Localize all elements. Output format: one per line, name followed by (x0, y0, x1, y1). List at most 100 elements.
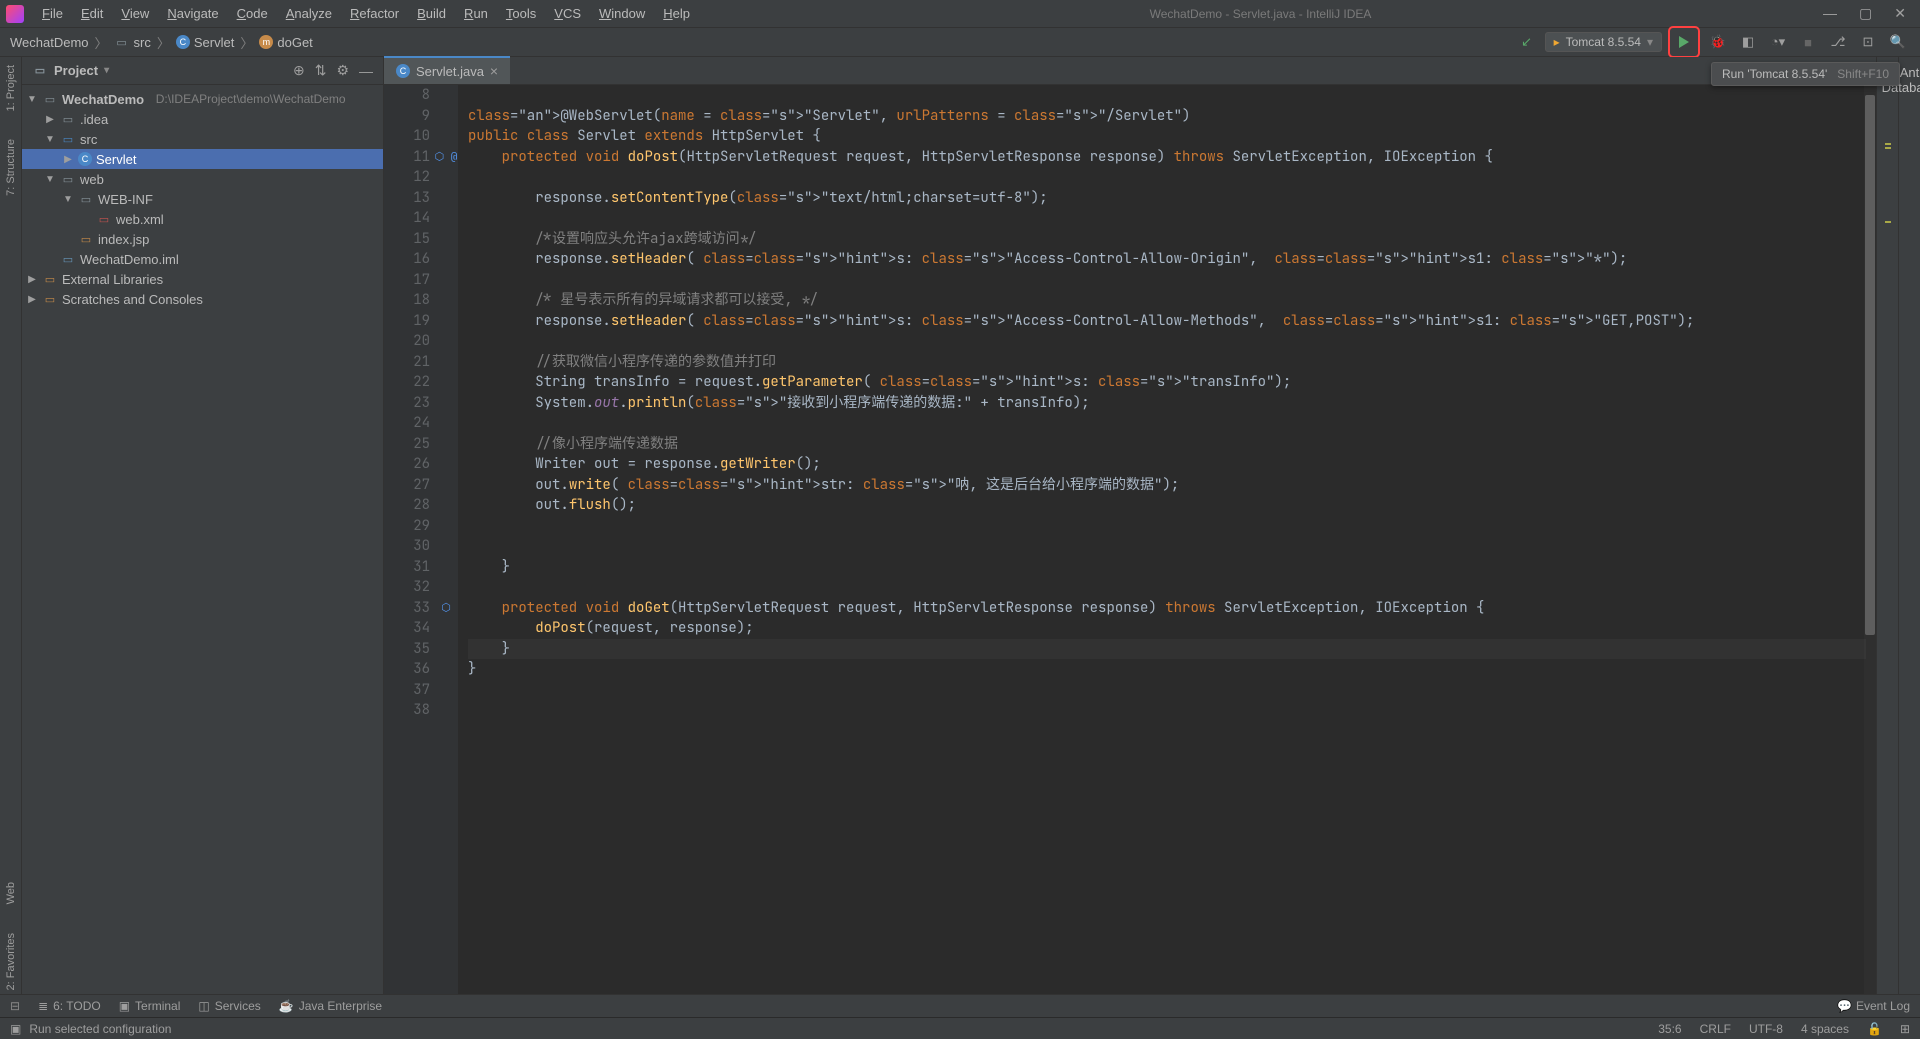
project-tree[interactable]: ▼ ▭ WechatDemo D:\IDEAProject\demo\Wecha… (22, 85, 383, 313)
breadcrumb[interactable]: WechatDemo 〉 ▭src 〉 CServlet 〉 mdoGet (10, 33, 313, 52)
tree-label: .idea (80, 112, 108, 127)
code-body[interactable]: class="an">@WebServlet(name = class="s">… (458, 85, 1876, 994)
breadcrumb-project[interactable]: WechatDemo (10, 35, 89, 50)
locate-button[interactable]: ⊕ (293, 62, 305, 79)
menu-window[interactable]: Window (591, 3, 653, 24)
menu-code[interactable]: Code (229, 3, 276, 24)
tool-window-toggle-icon[interactable]: ⊟ (10, 999, 20, 1013)
tab-close-button[interactable]: × (490, 63, 498, 79)
line-number-gutter[interactable]: 8910111213141516171819202122232425262728… (384, 85, 434, 994)
tree-row[interactable]: ▼▭src (22, 129, 383, 149)
menu-refactor[interactable]: Refactor (342, 3, 407, 24)
hide-panel-button[interactable]: — (359, 63, 373, 79)
event-log-tab[interactable]: 💬 Event Log (1837, 999, 1910, 1013)
gutter-icons[interactable]: ⬡ @⬡ (434, 85, 458, 994)
menu-tools[interactable]: Tools (498, 3, 544, 24)
breadcrumb-method[interactable]: doGet (277, 35, 312, 50)
vcs-button[interactable]: ⎇ (1826, 30, 1850, 54)
run-config-selector[interactable]: ▸ Tomcat 8.5.54 ▾ (1545, 32, 1662, 52)
services-tool-tab[interactable]: ◫ Services (198, 999, 260, 1013)
tree-row[interactable]: ▼▭web (22, 169, 383, 189)
project-panel: ▭ Project ▾ ⊕ ⇅ ⚙ — ▼ ▭ WechatDemo D:\ID… (22, 57, 384, 994)
settings-button[interactable]: ⚙ (336, 62, 349, 79)
chevron-down-icon: ▾ (104, 65, 109, 76)
project-panel-title[interactable]: ▭ Project ▾ (32, 63, 109, 78)
structure-tool-tab[interactable]: 7: Structure (5, 135, 17, 200)
iml-file-icon: ▭ (60, 252, 76, 266)
breadcrumb-src[interactable]: src (134, 35, 151, 50)
java-ee-tool-tab[interactable]: ☕ Java Enterprise (279, 999, 382, 1013)
profiler-button[interactable]: ◔▾ (1766, 30, 1790, 54)
close-button[interactable]: ✕ (1894, 5, 1906, 22)
update-button[interactable]: ⊡ (1856, 30, 1880, 54)
editor-tab-bar: C Servlet.java × (384, 57, 1876, 85)
tree-row[interactable]: ▭web.xml (22, 209, 383, 229)
folder-icon: ▭ (60, 112, 76, 126)
tree-root[interactable]: ▼ ▭ WechatDemo D:\IDEAProject\demo\Wecha… (22, 89, 383, 109)
class-icon: C (78, 152, 92, 166)
stop-button[interactable]: ■ (1796, 30, 1820, 54)
tree-row[interactable]: ▼▭WEB-INF (22, 189, 383, 209)
bottom-tool-bar: ⊟ ≣ 6: TODO ▣ Terminal ◫ Services ☕ Java… (0, 994, 1920, 1017)
search-everywhere-button[interactable]: 🔍 (1886, 30, 1910, 54)
jsp-file-icon: ▭ (78, 232, 94, 246)
menu-edit[interactable]: Edit (73, 3, 111, 24)
indent-info[interactable]: 4 spaces (1801, 1022, 1849, 1036)
tree-row[interactable]: ▶▭.idea (22, 109, 383, 129)
run-button[interactable] (1672, 30, 1696, 54)
lib-icon: ▭ (42, 292, 58, 306)
encoding[interactable]: UTF-8 (1749, 1022, 1783, 1036)
menu-bar: FileEditViewNavigateCodeAnalyzeRefactorB… (34, 3, 698, 24)
xml-file-icon: ▭ (96, 212, 112, 226)
class-icon: C (396, 64, 410, 78)
code-editor[interactable]: 8910111213141516171819202122232425262728… (384, 85, 1876, 994)
app-logo-icon (6, 5, 24, 23)
menu-view[interactable]: View (113, 3, 157, 24)
scroll-thumb[interactable] (1865, 95, 1875, 635)
menu-help[interactable]: Help (655, 3, 698, 24)
folder-icon: ▭ (114, 35, 130, 49)
left-tool-strip: 1: Project 7: Structure Web 2: Favorites (0, 57, 22, 994)
expand-button[interactable]: ⇅ (315, 62, 327, 79)
window-title: WechatDemo - Servlet.java - IntelliJ IDE… (698, 7, 1823, 21)
menu-file[interactable]: File (34, 3, 71, 24)
memory-indicator-icon[interactable]: ⊞ (1900, 1022, 1910, 1036)
line-separator[interactable]: CRLF (1700, 1022, 1731, 1036)
src-folder-icon: ▭ (60, 132, 76, 146)
run-indicator-icon: ▣ (10, 1022, 21, 1036)
menu-run[interactable]: Run (456, 3, 496, 24)
status-message: Run selected configuration (29, 1022, 171, 1036)
coverage-button[interactable]: ◧ (1736, 30, 1760, 54)
navigation-bar: WechatDemo 〉 ▭src 〉 CServlet 〉 mdoGet ↙ … (0, 28, 1920, 57)
tree-row[interactable]: ▭WechatDemo.iml (22, 249, 383, 269)
tree-row[interactable]: ▶▭Scratches and Consoles (22, 289, 383, 309)
ant-tool-tab[interactable]: Ant (1900, 65, 1920, 80)
tree-label: web (80, 172, 104, 187)
readonly-toggle-icon[interactable]: 🔓 (1867, 1022, 1882, 1036)
editor-scrollbar[interactable] (1864, 85, 1876, 994)
folder-icon: ▭ (78, 192, 94, 206)
run-tooltip: Run 'Tomcat 8.5.54'Shift+F10 (1711, 62, 1900, 86)
tree-row[interactable]: ▶CServlet (22, 149, 383, 169)
tree-label: src (80, 132, 97, 147)
tree-row[interactable]: ▭ index.jsp (22, 229, 383, 249)
todo-tool-tab[interactable]: ≣ 6: TODO (38, 999, 101, 1013)
debug-button[interactable]: 🐞 (1706, 30, 1730, 54)
tree-label: index.jsp (98, 232, 149, 247)
web-tool-tab[interactable]: Web (5, 878, 17, 908)
caret-position[interactable]: 35:6 (1658, 1022, 1681, 1036)
menu-analyze[interactable]: Analyze (278, 3, 340, 24)
tree-row[interactable]: ▶▭External Libraries (22, 269, 383, 289)
build-button[interactable]: ↙ (1515, 30, 1539, 54)
minimize-button[interactable]: — (1823, 5, 1837, 22)
breadcrumb-class[interactable]: Servlet (194, 35, 234, 50)
module-icon: ▭ (42, 92, 58, 106)
editor-tab-active[interactable]: C Servlet.java × (384, 56, 510, 84)
terminal-tool-tab[interactable]: ▣ Terminal (119, 999, 181, 1013)
menu-navigate[interactable]: Navigate (159, 3, 226, 24)
project-tool-tab[interactable]: 1: Project (5, 61, 17, 115)
maximize-button[interactable]: ▢ (1859, 5, 1872, 22)
favorites-tool-tab[interactable]: 2: Favorites (5, 929, 17, 994)
menu-build[interactable]: Build (409, 3, 454, 24)
menu-vcs[interactable]: VCS (546, 3, 589, 24)
